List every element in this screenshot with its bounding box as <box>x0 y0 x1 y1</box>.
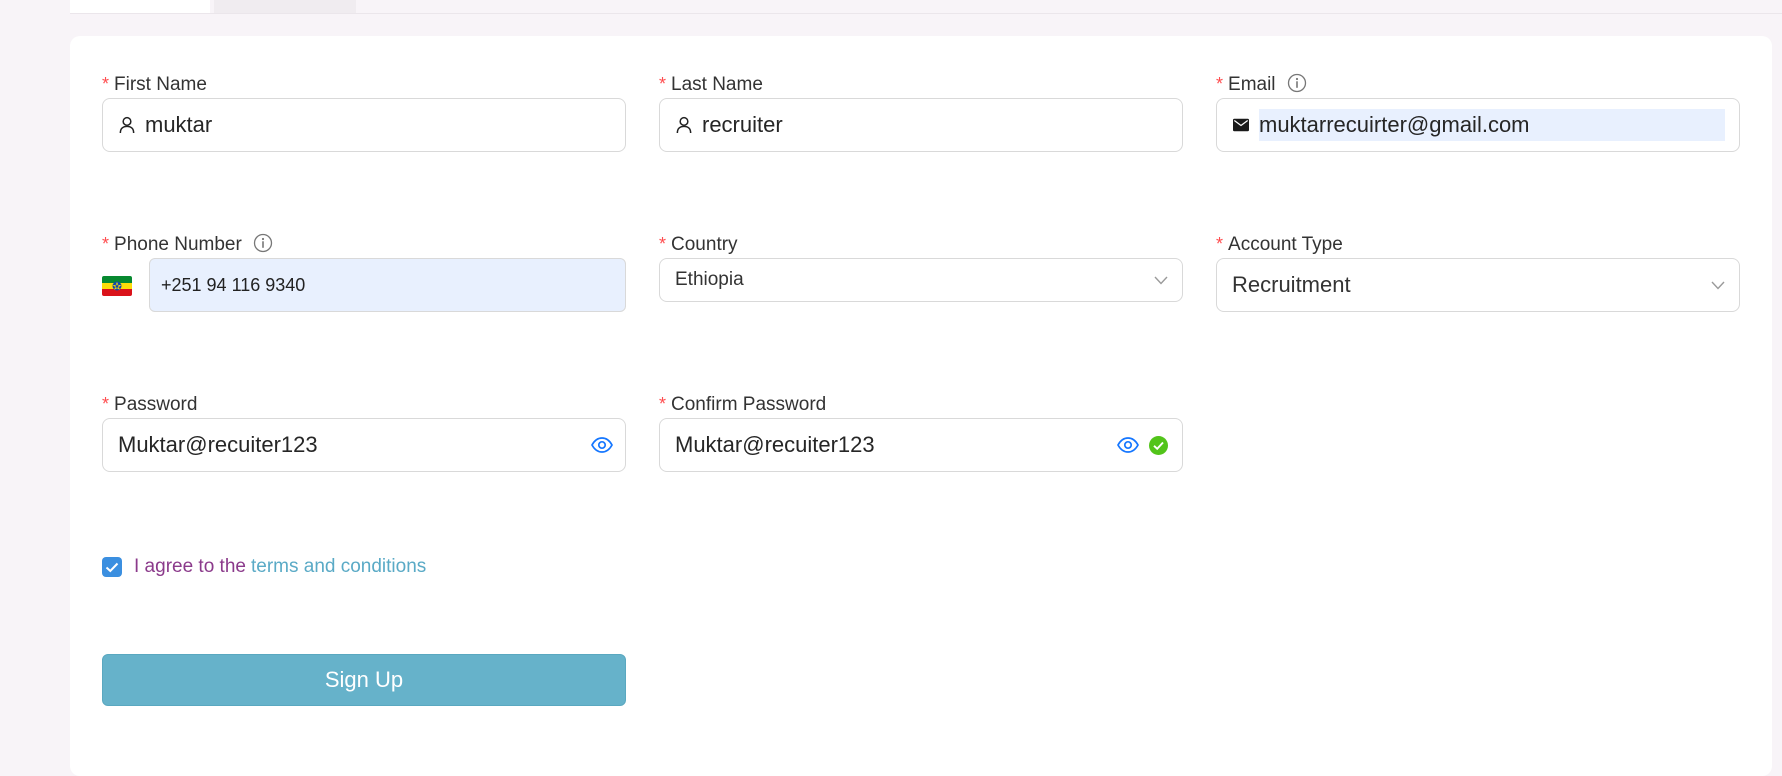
required-marker: * <box>1216 234 1224 254</box>
required-marker: * <box>102 74 110 94</box>
chevron-down-icon <box>1711 281 1725 290</box>
agree-text: I agree to the <box>134 556 246 577</box>
password-input[interactable]: Muktar@recuiter123 <box>102 418 626 472</box>
signup-form-card: * First Name muktar * Last Name recruiter … <box>70 36 1772 776</box>
required-marker: * <box>102 394 110 414</box>
email-label: * Email <box>1216 72 1307 96</box>
terms-checkbox[interactable] <box>102 557 122 577</box>
account-type-select[interactable]: Recruitment <box>1216 258 1740 312</box>
sign-up-button[interactable]: Sign Up <box>102 654 626 706</box>
last-name-label: * Last Name <box>659 74 763 95</box>
check-circle-icon <box>1149 435 1168 455</box>
phone-label: * Phone Number <box>102 232 273 256</box>
first-name-input[interactable]: muktar <box>102 98 626 152</box>
tab-bar <box>70 0 1782 14</box>
info-icon[interactable] <box>253 233 273 260</box>
password-label: * Password <box>102 394 198 415</box>
last-name-input[interactable]: recruiter <box>659 98 1183 152</box>
email-input[interactable]: muktarrecuirter@gmail.com <box>1216 98 1740 152</box>
tab-active[interactable] <box>70 0 210 13</box>
chevron-down-icon <box>1154 276 1168 285</box>
user-icon <box>119 116 135 134</box>
required-marker: * <box>659 74 667 94</box>
terms-agreement: I agree to the terms and conditions <box>102 556 426 578</box>
checkmark-icon <box>105 562 119 572</box>
required-marker: * <box>659 394 667 414</box>
confirm-password-label: * Confirm Password <box>659 394 827 415</box>
mail-icon <box>1233 116 1249 134</box>
confirm-password-input[interactable]: Muktar@recuiter123 <box>659 418 1183 472</box>
country-label: * Country <box>659 234 738 255</box>
tab-inactive[interactable] <box>214 0 356 13</box>
ethiopia-flag-icon[interactable] <box>102 276 132 296</box>
eye-icon[interactable] <box>1117 437 1139 453</box>
account-type-label: * Account Type <box>1216 234 1343 255</box>
phone-input[interactable]: +251 94 116 9340 <box>149 258 626 312</box>
required-marker: * <box>1216 74 1224 94</box>
info-icon[interactable] <box>1287 73 1307 100</box>
required-marker: * <box>102 234 110 254</box>
user-icon <box>676 116 692 134</box>
first-name-label: * First Name <box>102 74 207 95</box>
terms-link[interactable]: terms and conditions <box>251 556 426 578</box>
country-select[interactable]: Ethiopia <box>659 258 1183 302</box>
required-marker: * <box>659 234 667 254</box>
eye-icon[interactable] <box>591 437 613 453</box>
